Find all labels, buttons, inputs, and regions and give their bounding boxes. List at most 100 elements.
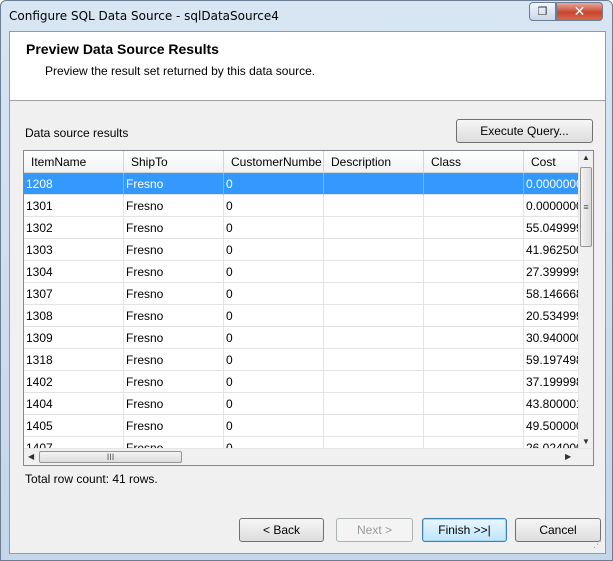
table-cell[interactable]: [324, 371, 424, 393]
table-cell[interactable]: 37.199998: [524, 371, 580, 393]
table-row[interactable]: 1308 Fresno 0 20.534999: [24, 305, 580, 327]
table-cell[interactable]: 49.500000: [524, 415, 580, 437]
table-cell[interactable]: 0: [224, 349, 324, 371]
table-cell[interactable]: [324, 217, 424, 239]
cancel-button[interactable]: Cancel: [515, 518, 601, 542]
table-cell[interactable]: [324, 239, 424, 261]
title-bar[interactable]: Configure SQL Data Source - sqlDataSourc…: [1, 1, 612, 31]
table-cell[interactable]: [324, 173, 424, 195]
table-cell[interactable]: 0: [224, 327, 324, 349]
table-cell[interactable]: Fresno: [124, 393, 224, 415]
table-cell[interactable]: 0.0000000: [524, 195, 580, 217]
table-cell[interactable]: 1208: [24, 173, 124, 195]
vertical-scrollbar[interactable]: ▲ ≡ ▼: [578, 151, 593, 448]
table-cell[interactable]: Fresno: [124, 349, 224, 371]
table-cell[interactable]: [324, 349, 424, 371]
table-cell[interactable]: 0: [224, 283, 324, 305]
table-cell[interactable]: 27.399999: [524, 261, 580, 283]
table-row[interactable]: 1208 Fresno 0 0.0000000: [24, 173, 580, 195]
table-cell[interactable]: [324, 283, 424, 305]
table-cell[interactable]: [424, 261, 524, 283]
table-cell[interactable]: [424, 371, 524, 393]
table-cell[interactable]: [324, 327, 424, 349]
table-cell[interactable]: 0: [224, 195, 324, 217]
table-row[interactable]: 1307 Fresno 0 58.146668: [24, 283, 580, 305]
table-cell[interactable]: 1307: [24, 283, 124, 305]
table-cell[interactable]: 1318: [24, 349, 124, 371]
table-cell[interactable]: 59.197498: [524, 349, 580, 371]
table-cell[interactable]: Fresno: [124, 261, 224, 283]
table-cell[interactable]: 1304: [24, 261, 124, 283]
table-cell[interactable]: Fresno: [124, 327, 224, 349]
table-cell[interactable]: [424, 349, 524, 371]
scroll-down-icon[interactable]: ▼: [582, 437, 590, 446]
execute-query-button[interactable]: Execute Query...: [456, 119, 593, 143]
table-cell[interactable]: [424, 217, 524, 239]
table-cell[interactable]: 1309: [24, 327, 124, 349]
table-cell[interactable]: Fresno: [124, 195, 224, 217]
table-row[interactable]: 1309 Fresno 0 30.940000: [24, 327, 580, 349]
table-cell[interactable]: 1302: [24, 217, 124, 239]
scroll-left-icon[interactable]: ◀: [28, 452, 34, 461]
table-cell[interactable]: 0: [224, 261, 324, 283]
column-header[interactable]: CustomerNumbe: [224, 151, 324, 173]
table-cell[interactable]: 41.962500: [524, 239, 580, 261]
table-cell[interactable]: 0: [224, 239, 324, 261]
table-cell[interactable]: 43.800001: [524, 393, 580, 415]
table-cell[interactable]: 1308: [24, 305, 124, 327]
table-cell[interactable]: [424, 195, 524, 217]
column-header[interactable]: Cost: [524, 151, 580, 173]
table-cell[interactable]: 0: [224, 371, 324, 393]
table-cell[interactable]: 1404: [24, 393, 124, 415]
table-cell[interactable]: [424, 327, 524, 349]
table-cell[interactable]: 1301: [24, 195, 124, 217]
table-row[interactable]: 1304 Fresno 0 27.399999: [24, 261, 580, 283]
table-cell[interactable]: 1405: [24, 415, 124, 437]
table-cell[interactable]: 0.0000000: [524, 173, 580, 195]
table-cell[interactable]: [324, 415, 424, 437]
table-cell[interactable]: 20.534999: [524, 305, 580, 327]
scroll-up-icon[interactable]: ▲: [582, 153, 590, 162]
horizontal-scrollbar[interactable]: ◀ III ▶: [24, 448, 593, 465]
results-grid[interactable]: ItemName ShipTo CustomerNumbe Description Cl…: [23, 150, 594, 466]
table-cell[interactable]: [324, 393, 424, 415]
table-cell[interactable]: [324, 195, 424, 217]
next-button[interactable]: Next >: [336, 518, 413, 542]
table-row[interactable]: 1318 Fresno 0 59.197498: [24, 349, 580, 371]
resize-grip-icon[interactable]: ⋰: [593, 539, 602, 550]
horizontal-scroll-thumb[interactable]: III: [39, 451, 182, 463]
table-cell[interactable]: [324, 305, 424, 327]
table-row[interactable]: 1301 Fresno 0 0.0000000: [24, 195, 580, 217]
column-header[interactable]: Class: [424, 151, 524, 173]
table-cell[interactable]: [424, 239, 524, 261]
table-cell[interactable]: 1303: [24, 239, 124, 261]
table-cell[interactable]: Fresno: [124, 305, 224, 327]
table-cell[interactable]: Fresno: [124, 415, 224, 437]
table-cell[interactable]: [424, 415, 524, 437]
column-header[interactable]: ItemName: [24, 151, 124, 173]
back-button[interactable]: < Back: [239, 518, 324, 542]
table-row[interactable]: 1302 Fresno 0 55.049999: [24, 217, 580, 239]
close-button[interactable]: ✕: [556, 2, 603, 21]
table-cell[interactable]: 0: [224, 305, 324, 327]
table-cell[interactable]: 0: [224, 173, 324, 195]
table-cell[interactable]: 55.049999: [524, 217, 580, 239]
table-cell[interactable]: Fresno: [124, 173, 224, 195]
column-header[interactable]: ShipTo: [124, 151, 224, 173]
table-cell[interactable]: 0: [224, 217, 324, 239]
column-header[interactable]: Description: [324, 151, 424, 173]
table-cell[interactable]: [424, 173, 524, 195]
table-cell[interactable]: Fresno: [124, 371, 224, 393]
table-cell[interactable]: 0: [224, 393, 324, 415]
table-cell[interactable]: [424, 393, 524, 415]
table-cell[interactable]: [424, 305, 524, 327]
table-cell[interactable]: Fresno: [124, 217, 224, 239]
table-cell[interactable]: 30.940000: [524, 327, 580, 349]
table-cell[interactable]: Fresno: [124, 283, 224, 305]
table-cell[interactable]: 0: [224, 415, 324, 437]
table-row[interactable]: 1404 Fresno 0 43.800001: [24, 393, 580, 415]
table-row[interactable]: 1402 Fresno 0 37.199998: [24, 371, 580, 393]
table-cell[interactable]: Fresno: [124, 239, 224, 261]
restore-button[interactable]: ❐: [529, 2, 556, 21]
scroll-right-icon[interactable]: ▶: [565, 452, 571, 461]
